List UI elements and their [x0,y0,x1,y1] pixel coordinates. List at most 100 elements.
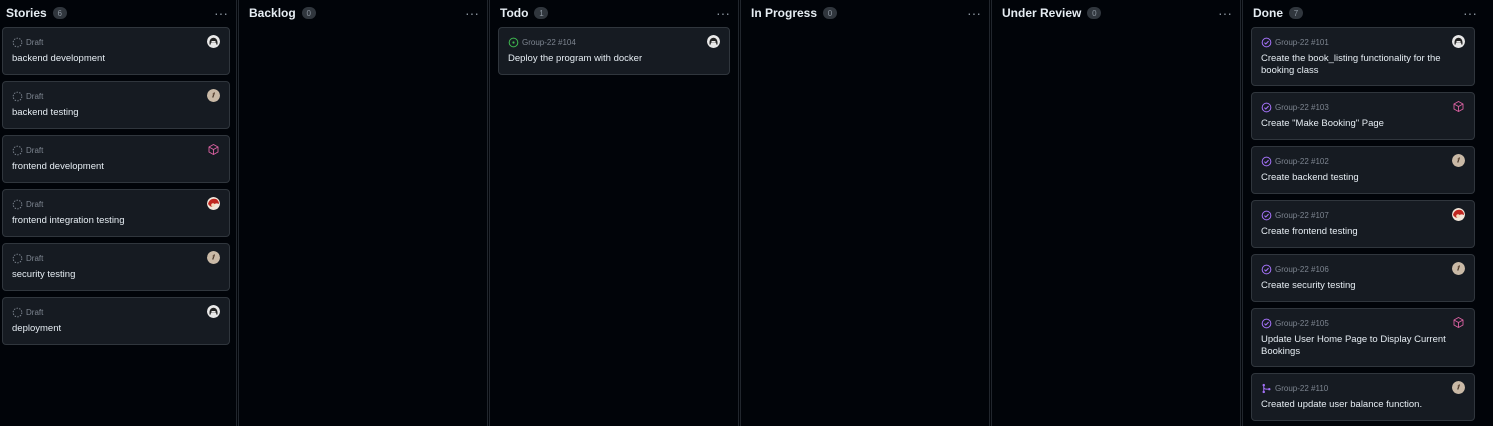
column-count-badge: 1 [534,7,549,19]
board-card[interactable]: Draft backend testing [2,81,230,129]
card-meta: Draft [12,198,220,210]
tan-avatar[interactable] [207,89,220,102]
card-meta: Group-22 #110 [1261,382,1465,394]
column-backlog: Backlog 0 ··· [238,0,488,426]
red-avatar[interactable] [1452,208,1465,221]
closed-issue-icon [1261,102,1272,113]
card-title[interactable]: Create backend testing [1261,172,1465,184]
column-title: In Progress [751,6,818,20]
closed-issue-icon [1261,37,1272,48]
card-title[interactable]: Created update user balance function. [1261,399,1465,411]
robot-avatar[interactable] [707,35,720,48]
closed-issue-icon [1261,264,1272,275]
card-title[interactable]: frontend integration testing [12,215,220,227]
robot-avatar[interactable] [1452,35,1465,48]
card-meta: Group-22 #103 [1261,101,1465,113]
tan-avatar[interactable] [207,251,220,264]
card-meta: Group-22 #107 [1261,209,1465,221]
card-reference: Draft [26,91,44,101]
board-card[interactable]: Group-22 #103 Create "Make Booking" Page [1251,92,1475,140]
card-reference: Group-22 #102 [1275,156,1329,166]
card-title[interactable]: frontend development [12,161,220,173]
card-list: Group-22 #101 Create the book_listing fun… [1243,26,1485,421]
card-reference: Group-22 #104 [522,37,576,47]
card-title[interactable]: Create "Make Booking" Page [1261,118,1465,130]
column-todo: Todo 1 ··· Group-22 #104 Deploy the program … [489,0,739,426]
column-menu-icon[interactable]: ··· [967,6,981,20]
board-card[interactable]: Group-22 #107 Create frontend testing [1251,200,1475,248]
card-reference: Draft [26,253,44,263]
card-meta: Group-22 #104 [508,36,720,48]
robot-avatar[interactable] [207,305,220,318]
board-card[interactable]: Draft frontend integration testing [2,189,230,237]
tan-avatar[interactable] [1452,154,1465,167]
column-menu-icon[interactable]: ··· [214,6,228,20]
draft-icon [12,37,23,48]
closed-issue-icon [1261,210,1272,221]
board-card[interactable]: Draft deployment [2,297,230,345]
card-reference: Group-22 #103 [1275,102,1329,112]
card-list [992,26,1240,27]
open-issue-icon [508,37,519,48]
card-title[interactable]: deployment [12,323,220,335]
draft-icon [12,199,23,210]
closed-issue-icon [1261,156,1272,167]
column-title: Backlog [249,6,296,20]
column-in-progress: In Progress 0 ··· [740,0,990,426]
board-card[interactable]: Group-22 #104 Deploy the program with doc… [498,27,730,75]
card-reference: Group-22 #105 [1275,318,1329,328]
board-card[interactable]: Group-22 #101 Create the book_listing fun… [1251,27,1475,86]
card-reference: Draft [26,145,44,155]
column-header: In Progress 0 ··· [741,0,989,26]
board-card[interactable]: Draft backend development [2,27,230,75]
card-title[interactable]: backend testing [12,107,220,119]
column-title: Under Review [1002,6,1082,20]
card-title[interactable]: security testing [12,269,220,281]
column-menu-icon[interactable]: ··· [1463,6,1477,20]
pink-cube-avatar[interactable] [207,143,220,156]
column-title: Stories [6,6,47,20]
board-card[interactable]: Draft frontend development [2,135,230,183]
card-meta: Draft [12,36,220,48]
column-title: Todo [500,6,529,20]
column-done: Done 7 ··· Group-22 #101 Create the book_lis… [1242,0,1485,426]
card-title[interactable]: Create the book_listing functionality fo… [1261,53,1465,77]
red-avatar[interactable] [207,197,220,210]
board-card[interactable]: Draft security testing [2,243,230,291]
pink-cube-avatar[interactable] [1452,316,1465,329]
column-menu-icon[interactable]: ··· [465,6,479,20]
robot-avatar[interactable] [207,35,220,48]
column-header: Todo 1 ··· [490,0,738,26]
card-meta: Group-22 #105 [1261,317,1465,329]
card-meta: Draft [12,306,220,318]
column-header: Backlog 0 ··· [239,0,487,26]
card-reference: Group-22 #106 [1275,264,1329,274]
column-stories: Stories 6 ··· Draft backend development Draft… [0,0,237,426]
pink-cube-avatar[interactable] [1452,100,1465,113]
card-reference: Draft [26,199,44,209]
card-list: Group-22 #104 Deploy the program with doc… [490,26,738,75]
column-menu-icon[interactable]: ··· [1218,6,1232,20]
card-title[interactable]: Update User Home Page to Display Current… [1261,334,1465,358]
card-title[interactable]: Create security testing [1261,280,1465,292]
tan-avatar[interactable] [1452,262,1465,275]
column-header: Done 7 ··· [1243,0,1485,26]
tan-avatar[interactable] [1452,381,1465,394]
card-title[interactable]: Deploy the program with docker [508,53,720,65]
board-card[interactable]: Group-22 #105 Update User Home Page to Di… [1251,308,1475,367]
card-title[interactable]: Create frontend testing [1261,226,1465,238]
column-under-review: Under Review 0 ··· [991,0,1241,426]
board-card[interactable]: Group-22 #102 Create backend testing [1251,146,1475,194]
card-reference: Group-22 #101 [1275,37,1329,47]
board-card[interactable]: Group-22 #106 Create security testing [1251,254,1475,302]
card-meta: Group-22 #102 [1261,155,1465,167]
draft-icon [12,145,23,156]
card-meta: Draft [12,144,220,156]
card-reference: Draft [26,37,44,47]
card-title[interactable]: backend development [12,53,220,65]
column-count-badge: 7 [1289,7,1303,19]
card-list [741,26,989,27]
board-card[interactable]: Group-22 #110 Created update user balance… [1251,373,1475,421]
column-count-badge: 0 [301,7,316,19]
column-menu-icon[interactable]: ··· [716,6,730,20]
